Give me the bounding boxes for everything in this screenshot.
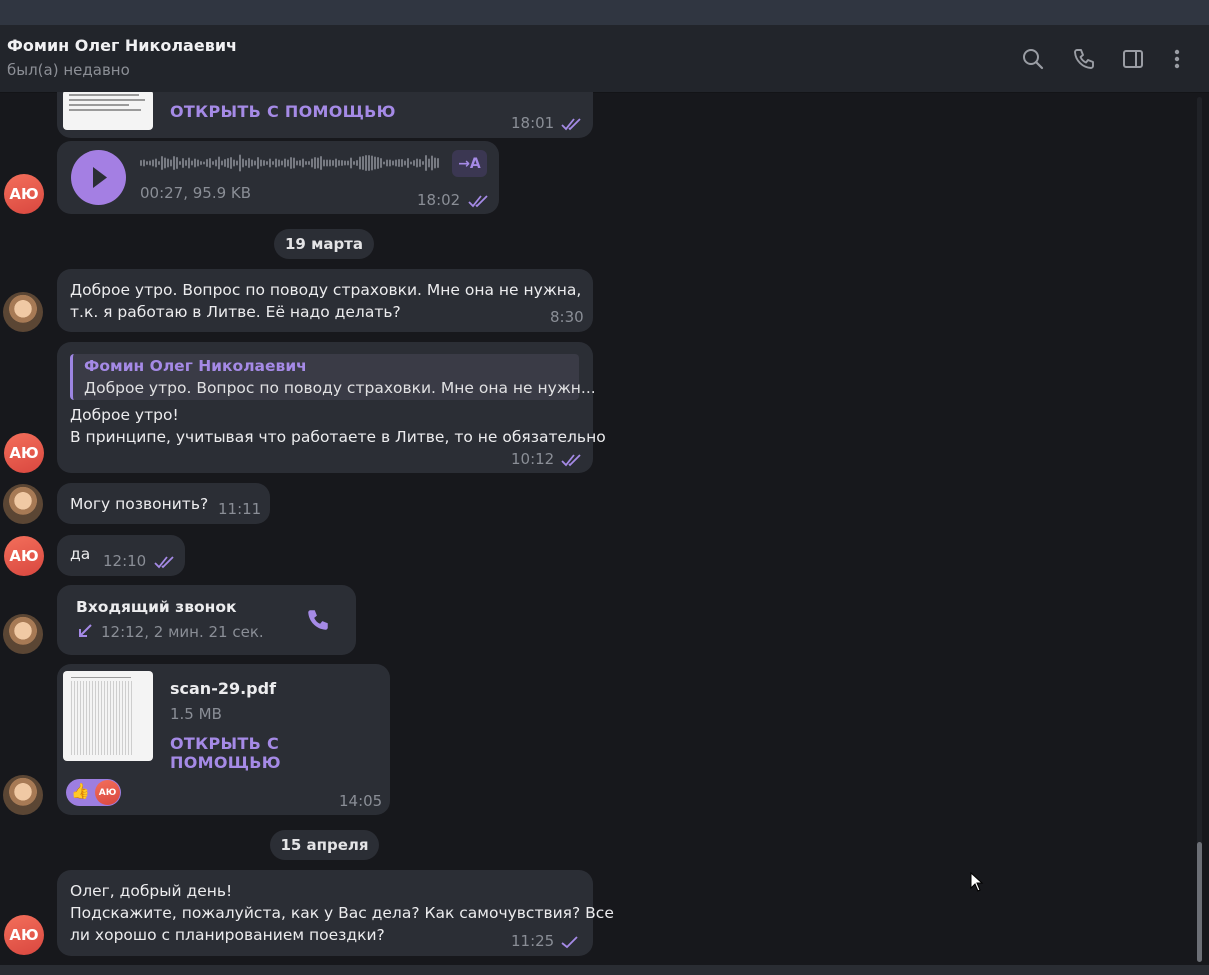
- message-text: да: [70, 545, 91, 563]
- play-button[interactable]: [71, 150, 126, 205]
- date-separator: 19 марта: [274, 229, 374, 259]
- message-text: Доброе утро. Вопрос по поводу страховки.…: [70, 281, 582, 299]
- message-text: Олег, добрый день!: [70, 882, 233, 900]
- reaction-chip[interactable]: 👍 АЮ: [66, 779, 121, 806]
- contact-avatar[interactable]: [3, 484, 43, 524]
- chat-header: Фомин Олег Николаевич был(а) недавно: [0, 25, 1209, 93]
- message-time: 12:10: [103, 552, 147, 570]
- contact-status: был(а) недавно: [7, 61, 130, 79]
- avatar[interactable]: АЮ: [4, 174, 44, 214]
- reply-message[interactable]: Фомин Олег Николаевич Доброе утро. Вопро…: [57, 342, 606, 473]
- message-text: В принципе, учитывая что работаете в Лит…: [70, 428, 606, 446]
- sidebar-toggle-icon[interactable]: [1120, 46, 1146, 72]
- scrollbar-track[interactable]: [1197, 97, 1202, 962]
- play-icon: [93, 167, 107, 188]
- open-with-link[interactable]: ОТКРЫТЬ С ПОМОЩЬЮ: [170, 102, 396, 121]
- single-check-icon: [561, 934, 579, 953]
- message-time: 8:30: [550, 308, 584, 326]
- file-name: scan-29.pdf: [170, 679, 277, 698]
- contact-avatar[interactable]: [3, 292, 43, 332]
- incoming-arrow-icon: [77, 623, 93, 643]
- voice-waveform[interactable]: [140, 151, 440, 175]
- search-icon[interactable]: [1020, 46, 1046, 72]
- outgoing-message[interactable]: Олег, добрый день! Подскажите, пожалуйст…: [57, 870, 614, 956]
- call-message[interactable]: Входящий звонок 12:12, 2 мин. 21 сек.: [57, 585, 356, 655]
- message-text: Могу позвонить?: [70, 495, 209, 513]
- file-message[interactable]: ОТКРЫТЬ С ПОМОЩЬЮ 18:01: [57, 92, 593, 138]
- mouse-cursor-icon: [970, 871, 984, 896]
- message-list[interactable]: ОТКРЫТЬ С ПОМОЩЬЮ 18:01 АЮ 00:27, 95.9 K…: [0, 92, 1190, 965]
- file-message[interactable]: scan-29.pdf 1.5 MB ОТКРЫТЬ С ПОМОЩЬЮ 👍 А…: [57, 664, 390, 815]
- outgoing-message[interactable]: да 12:10: [57, 535, 185, 576]
- phone-icon[interactable]: [1071, 46, 1097, 72]
- contact-avatar[interactable]: [3, 775, 43, 815]
- scrollbar-thumb[interactable]: [1197, 842, 1202, 962]
- message-time: 10:12: [511, 450, 555, 468]
- avatar[interactable]: АЮ: [4, 433, 44, 473]
- message-time: 11:25: [511, 932, 555, 950]
- more-vertical-icon[interactable]: [1164, 46, 1190, 72]
- avatar[interactable]: АЮ: [4, 536, 44, 576]
- contact-avatar[interactable]: [3, 614, 43, 654]
- window-titlebar: [0, 0, 1209, 25]
- double-check-icon: [154, 554, 176, 573]
- message-text: ли хорошо с планированием поездки?: [70, 926, 385, 944]
- message-text: Подскажите, пожалуйста, как у Вас дела? …: [70, 904, 614, 922]
- file-thumbnail[interactable]: [63, 671, 153, 761]
- file-size: 1.5 MB: [170, 705, 222, 723]
- open-with-link[interactable]: ОТКРЫТЬ С ПОМОЩЬЮ: [170, 734, 390, 772]
- incoming-message[interactable]: Могу позвонить? 11:11: [57, 483, 270, 524]
- contact-name[interactable]: Фомин Олег Николаевич: [7, 36, 237, 55]
- message-text: Доброе утро!: [70, 406, 179, 424]
- incoming-message[interactable]: Доброе утро. Вопрос по поводу страховки.…: [57, 269, 593, 332]
- voice-duration-size: 00:27, 95.9 KB: [140, 184, 252, 202]
- reply-text: Доброе утро. Вопрос по поводу страховки.…: [84, 379, 596, 397]
- message-time: 14:05: [339, 792, 383, 810]
- call-phone-icon[interactable]: [305, 607, 331, 637]
- double-check-icon: [561, 116, 583, 135]
- reaction-avatar: АЮ: [95, 780, 120, 805]
- avatar[interactable]: АЮ: [4, 915, 44, 955]
- double-check-icon: [561, 452, 583, 471]
- bottom-edge: [0, 965, 1209, 975]
- call-title: Входящий звонок: [76, 598, 237, 616]
- message-time: 11:11: [218, 500, 262, 518]
- voice-message[interactable]: 00:27, 95.9 KB →A 18:02: [57, 141, 499, 214]
- thumbs-up-icon: 👍: [71, 782, 90, 800]
- message-text: т.к. я работаю в Литве. Её надо делать?: [70, 303, 401, 321]
- transcribe-button[interactable]: →A: [452, 150, 487, 177]
- call-details: 12:12, 2 мин. 21 сек.: [101, 623, 264, 641]
- date-separator: 15 апреля: [270, 830, 379, 860]
- message-time: 18:02: [417, 191, 461, 209]
- reply-quote[interactable]: Фомин Олег Николаевич Доброе утро. Вопро…: [70, 354, 596, 400]
- double-check-icon: [468, 193, 490, 212]
- reply-author: Фомин Олег Николаевич: [84, 357, 307, 375]
- message-time: 18:01: [511, 114, 555, 132]
- file-thumbnail[interactable]: [63, 92, 153, 130]
